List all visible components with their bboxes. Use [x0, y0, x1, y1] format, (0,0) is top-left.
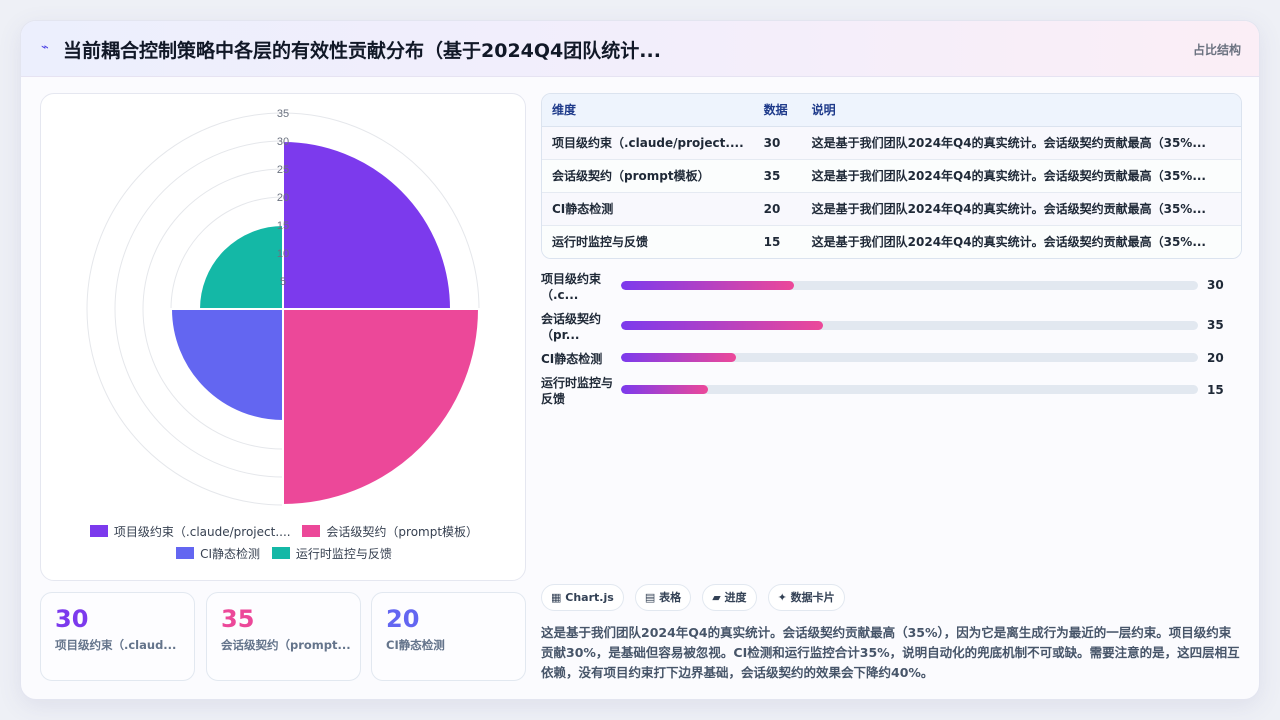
- stat-card: 35 会话级契约（prompt...: [206, 592, 361, 681]
- table-header-cell: 数据: [753, 94, 802, 127]
- chip-data-cards[interactable]: ✦ 数据卡片: [767, 584, 845, 611]
- stat-card: 30 项目级约束（.claud...: [40, 592, 195, 681]
- table-cell: 这是基于我们团队2024年Q4的真实统计。会话级契约贡献最高（35%...: [801, 225, 1241, 258]
- chart-icon: ▦: [551, 591, 562, 604]
- data-table: 维度 数据 说明 项目级约束（.claude/project.... 30 这是…: [541, 93, 1242, 259]
- radial-tick-label: 20: [277, 192, 289, 204]
- table-header-row: 维度 数据 说明: [542, 94, 1241, 127]
- radial-tick-label: 5: [280, 276, 286, 288]
- radial-tick-label: 10: [277, 248, 289, 260]
- table-header-cell: 说明: [801, 94, 1241, 127]
- table-cell: 35: [753, 159, 802, 193]
- chip-table[interactable]: ▤ 表格: [634, 584, 692, 611]
- chip-row: ▦ Chart.js ▤ 表格 ▰ 进度 ✦ 数据卡片: [541, 584, 851, 612]
- legend-row: 项目级约束（.claude/project.... 会话级契约（prompt模板…: [41, 523, 527, 540]
- progress-track: [621, 281, 1198, 290]
- table-cell: 这是基于我们团队2024年Q4的真实统计。会话级契约贡献最高（35%...: [801, 192, 1241, 226]
- polar-area-chart-panel: 5 10 15 20 25 30 35 项目级约束（.claude/project.... …: [40, 93, 526, 581]
- table-cell: 这是基于我们团队2024年Q4的真实统计。会话级契约贡献最高（35%...: [801, 159, 1241, 193]
- legend-row: CI静态检测 运行时监控与反馈: [41, 545, 527, 562]
- chart-line-icon: ⌁: [41, 40, 49, 55]
- radial-tick-label: 35: [277, 108, 289, 120]
- legend-swatch: [89, 525, 108, 537]
- progress-label: 运行时监控与反馈: [541, 376, 614, 406]
- legend-swatch: [176, 547, 195, 559]
- progress-fill: [621, 321, 823, 330]
- table-row: CI静态检测 20 这是基于我们团队2024年Q4的真实统计。会话级契约贡献最高…: [542, 192, 1241, 226]
- progress-track: [621, 385, 1198, 394]
- stat-card: 20 CI静态检测: [371, 592, 526, 681]
- progress-value: 30: [1207, 278, 1224, 292]
- table-cell: 会话级契约（prompt模板）: [542, 159, 754, 193]
- stat-label: CI静态检测: [386, 638, 445, 652]
- progress-track: [621, 353, 1198, 362]
- legend-item[interactable]: CI静态检测: [176, 545, 260, 562]
- table-cell: 20: [753, 192, 802, 226]
- stat-label: 项目级约束（.claud...: [55, 638, 177, 652]
- table-row: 运行时监控与反馈 15 这是基于我们团队2024年Q4的真实统计。会话级契约贡献…: [542, 225, 1241, 258]
- summary-text: 这是基于我们团队2024年Q4的真实统计。会话级契约贡献最高（35%），因为它是…: [541, 625, 1240, 680]
- polar-slice: [197, 223, 284, 310]
- progress-value: 35: [1207, 318, 1224, 332]
- legend-label: CI静态检测: [200, 547, 261, 561]
- polar-slice: [169, 308, 284, 423]
- header-tag: 占比结构: [1192, 43, 1241, 57]
- legend-label: 运行时监控与反馈: [295, 547, 392, 561]
- chip-label: 数据卡片: [790, 591, 835, 604]
- chip-label: Chart.js: [565, 591, 614, 604]
- stat-label: 会话级契约（prompt...: [221, 638, 351, 652]
- sparkle-icon: ✦: [777, 591, 787, 604]
- table-cell: 30: [753, 126, 802, 160]
- table-row: 项目级约束（.claude/project.... 30 这是基于我们团队202…: [542, 126, 1241, 160]
- legend-swatch: [302, 525, 321, 537]
- legend-label: 会话级契约（prompt模板）: [326, 525, 479, 539]
- progress-label: 会话级契约（pr...: [541, 312, 602, 342]
- table-row: 会话级契约（prompt模板） 35 这是基于我们团队2024年Q4的真实统计。…: [542, 159, 1241, 193]
- radial-tick-label: 25: [277, 164, 289, 176]
- chip-label: 表格: [659, 591, 682, 604]
- progress-icon: ▰: [712, 591, 721, 604]
- progress-value: 15: [1207, 383, 1224, 397]
- table-cell: CI静态检测: [542, 192, 754, 226]
- progress-bars: 项目级约束（.c... 30 会话级契约（pr... 35 CI静态检测 20 …: [541, 271, 1242, 411]
- progress-fill: [621, 281, 795, 290]
- legend-item[interactable]: 项目级约束（.claude/project....: [89, 523, 291, 540]
- header: ⌁ 当前耦合控制策略中各层的有效性贡献分布（基于2024Q4团队统计... 占比…: [21, 21, 1259, 77]
- progress-fill: [621, 353, 737, 362]
- stat-value: 30: [55, 605, 89, 633]
- table-cell: 项目级约束（.claude/project....: [542, 126, 754, 160]
- progress-fill: [621, 385, 708, 394]
- table-cell: 运行时监控与反馈: [542, 225, 754, 258]
- legend-label: 项目级约束（.claude/project....: [113, 525, 291, 539]
- chip-label: 进度: [724, 591, 747, 604]
- legend-item[interactable]: 会话级契约（prompt模板）: [302, 523, 478, 540]
- radial-tick-label: 15: [277, 220, 289, 232]
- legend-item[interactable]: 运行时监控与反馈: [271, 545, 392, 562]
- stat-value: 20: [386, 605, 420, 633]
- table-cell: 这是基于我们团队2024年Q4的真实统计。会话级契约贡献最高（35%...: [801, 126, 1241, 160]
- chip-chartjs[interactable]: ▦ Chart.js: [541, 584, 624, 611]
- progress-value: 20: [1207, 351, 1224, 365]
- dashboard-card: ⌁ 当前耦合控制策略中各层的有效性贡献分布（基于2024Q4团队统计... 占比…: [20, 20, 1260, 700]
- table-header-cell: 维度: [542, 94, 754, 127]
- stat-value: 35: [221, 605, 255, 633]
- polar-area-chart: 5 10 15 20 25 30 35: [86, 108, 481, 507]
- polar-slice: [282, 308, 481, 507]
- polar-slice: [282, 139, 453, 310]
- page-title: 当前耦合控制策略中各层的有效性贡献分布（基于2024Q4团队统计...: [63, 40, 661, 62]
- progress-label: 项目级约束（.c...: [541, 272, 602, 302]
- chart-legend: 项目级约束（.claude/project.... 会话级契约（prompt模板…: [41, 522, 527, 570]
- progress-label: CI静态检测: [541, 352, 603, 366]
- legend-swatch: [271, 547, 290, 559]
- chip-progress[interactable]: ▰ 进度: [702, 584, 757, 611]
- progress-track: [621, 321, 1198, 330]
- radial-tick-label: 30: [277, 136, 289, 148]
- table-icon: ▤: [644, 591, 656, 604]
- table-cell: 15: [753, 225, 802, 258]
